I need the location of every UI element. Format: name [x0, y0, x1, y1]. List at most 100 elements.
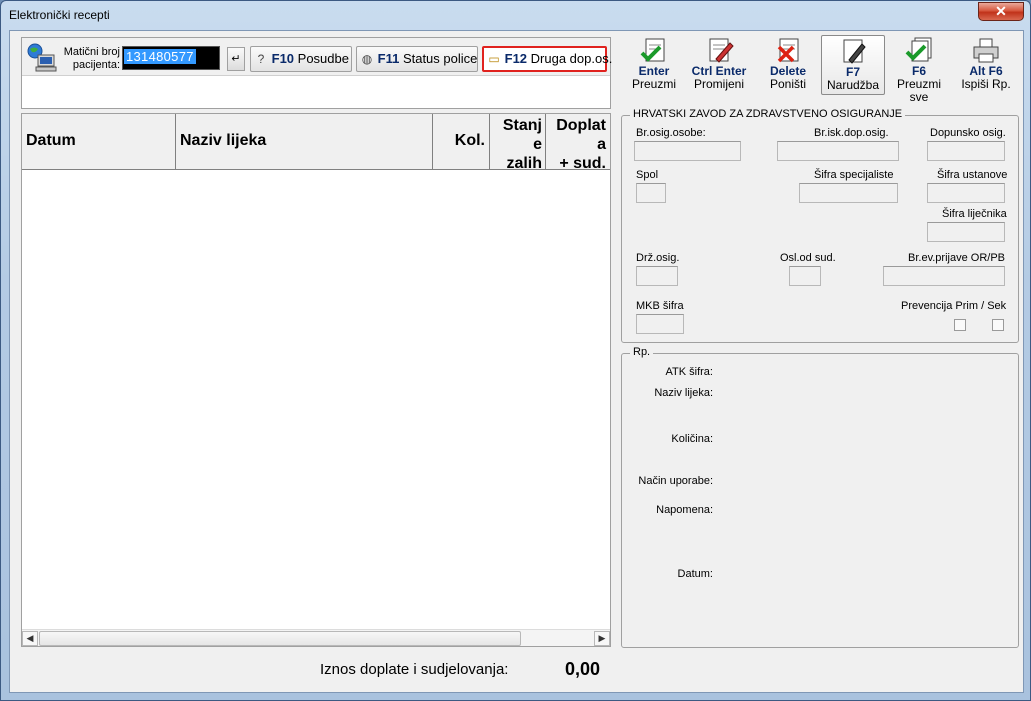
total-label: Iznos doplate i sudjelovanja:	[320, 661, 509, 678]
close-button[interactable]: ✕	[978, 2, 1024, 21]
total-value: 0,00	[565, 659, 601, 679]
f11-key: F11	[377, 51, 400, 66]
col-stanje-line2: e	[533, 136, 542, 153]
patient-id-value: 131480577	[124, 49, 196, 64]
patient-id-input[interactable]: 131480577	[122, 46, 220, 70]
title-bar: Elektronički recepti ✕	[1, 1, 1030, 29]
col-kol-label: Kol.	[454, 132, 485, 149]
enter-arrow-button[interactable]: ↵	[227, 47, 245, 71]
col-naziv-lijeka[interactable]: Naziv lijeka	[176, 114, 433, 170]
col-naziv-label: Naziv lijeka	[180, 132, 267, 149]
f7-narudzba-button[interactable]: F7 Narudžba	[821, 35, 885, 95]
rp-group: Rp. ATK šifra: Naziv lijeka: Količina: N…	[621, 346, 1019, 648]
grid-header: Datum Naziv lijeka Kol. Stanj e zalih Do…	[22, 114, 610, 173]
col-stanje-label: Stanj e zalih	[503, 116, 542, 173]
col-stanje-line1: Stanj	[502, 117, 542, 134]
f6-label: Preuzmi sve	[896, 77, 941, 104]
main-window: Elektronički recepti ✕ Matični broj paci…	[0, 0, 1031, 701]
edit-document-icon	[709, 38, 734, 63]
f10-label: Posudbe	[297, 51, 349, 66]
sifra-specijaliste-field[interactable]	[799, 183, 898, 203]
col-kol[interactable]: Kol.	[433, 114, 490, 170]
ctrl-enter-label: Promijeni	[693, 77, 744, 91]
prevencija-prim-checkbox[interactable]	[954, 319, 966, 331]
drz-osig-label: Drž.osig.	[636, 252, 680, 264]
delete-label: Poništi	[769, 77, 807, 91]
hzzo-group-title: HRVATSKI ZAVOD ZA ZDRAVSTVENO OSIGURANJE	[630, 108, 906, 120]
col-doplata-line3: + sud.	[559, 155, 606, 172]
col-datum[interactable]: Datum	[22, 114, 176, 170]
mkb-sifra-field[interactable]	[636, 314, 684, 334]
sifra-lijecnika-label: Šifra liječnika	[942, 208, 1007, 220]
osl-od-sud-field[interactable]	[789, 266, 821, 286]
delete-document-icon	[777, 38, 799, 63]
sifra-ustanove-field[interactable]	[927, 183, 1005, 203]
hzzo-group: HRVATSKI ZAVOD ZA ZDRAVSTVENO OSIGURANJE…	[621, 108, 1019, 343]
br-osig-osobe-field[interactable]	[634, 141, 741, 161]
rp-kolicina-label: Količina:	[671, 433, 713, 445]
accept-document-icon	[640, 38, 665, 62]
br-ev-prijave-field[interactable]	[883, 266, 1005, 286]
alt-f6-ispisi-button[interactable]: Alt F6 Ispiši Rp.	[954, 35, 1018, 95]
col-doplata[interactable]: Doplat a + sud.	[546, 114, 610, 173]
rp-nacin-uporabe-label: Način uporabe:	[638, 475, 713, 487]
sifra-ustanove-label: Šifra ustanove	[937, 169, 1008, 181]
f12-key: F12	[504, 51, 528, 66]
prevencija-label: Prevencija Prim / Sek	[901, 300, 1007, 312]
br-ev-prijave-label: Br.ev.prijave OR/PB	[908, 252, 1005, 264]
col-datum-label: Datum	[26, 132, 76, 149]
atk-sifra-label: ATK šifra:	[665, 366, 713, 378]
spol-label: Spol	[636, 169, 659, 181]
scroll-right-arrow[interactable]: ▶	[594, 631, 610, 646]
order-pen-icon	[843, 39, 866, 64]
computer-globe-icon	[27, 43, 57, 72]
question-icon: ?	[257, 52, 265, 66]
patient-toolbar: Matični broj pacijenta: 131480577 ↵ ? F1…	[22, 38, 612, 76]
sifra-lijecnika-field[interactable]	[927, 222, 1005, 242]
f12-label: Druga dop.os.	[530, 51, 613, 66]
col-doplata-label: Doplat a + sud.	[556, 116, 606, 173]
enter-preuzmi-button[interactable]: Enter Preuzmi	[627, 35, 681, 95]
col-stanje-zalihe[interactable]: Stanj e zalih	[490, 114, 546, 173]
scroll-thumb[interactable]	[39, 631, 521, 646]
prevencija-sek-checkbox[interactable]	[992, 319, 1004, 331]
alt-f6-label: Ispiši Rp.	[961, 77, 1011, 91]
patient-id-label-line1: Matični broj	[63, 46, 120, 58]
f10-key: F10	[271, 51, 295, 66]
drz-osig-field[interactable]	[636, 266, 678, 286]
accept-all-icon	[905, 37, 932, 62]
f12-druga-dop-os-button[interactable]: ▭ F12 Druga dop.os.	[482, 46, 612, 72]
rp-napomena-label: Napomena:	[656, 504, 713, 516]
dopunsko-osig-field[interactable]	[927, 141, 1005, 161]
br-isk-dop-osig-field[interactable]	[777, 141, 899, 161]
scroll-left-arrow[interactable]: ◀	[22, 631, 38, 646]
printer-icon	[973, 38, 999, 63]
f11-label: Status police	[402, 51, 478, 66]
rp-datum-label: Datum:	[677, 568, 713, 580]
f10-posudbe-button[interactable]: ? F10 Posudbe	[250, 46, 352, 72]
horizontal-scrollbar[interactable]: ◀ ▶	[22, 629, 610, 646]
br-isk-dop-osig-label: Br.isk.dop.osig.	[814, 127, 889, 139]
col-doplata-line2: a	[597, 136, 606, 153]
window-title: Elektronički recepti	[9, 8, 110, 22]
prescription-grid[interactable]: Datum Naziv lijeka Kol. Stanj e zalih Do…	[21, 113, 611, 647]
osl-od-sud-label: Osl.od sud.	[780, 252, 836, 264]
f6-preuzmi-sve-button[interactable]: F6 Preuzmi sve	[887, 35, 951, 104]
f11-status-police-button[interactable]: ◍ F11 Status police	[356, 46, 478, 72]
enter-label: Preuzmi	[631, 77, 676, 91]
patient-id-label-line2: pacijenta:	[72, 59, 120, 71]
globe-icon: ◍	[361, 52, 373, 66]
delete-ponisti-button[interactable]: Delete Poništi	[758, 35, 818, 95]
ctrl-enter-promijeni-button[interactable]: Ctrl Enter Promijeni	[686, 35, 752, 95]
br-osig-osobe-label: Br.osig.osobe:	[636, 127, 706, 139]
col-doplata-line1: Doplat	[556, 117, 606, 134]
sifra-specijaliste-label: Šifra specijaliste	[814, 169, 894, 181]
rp-naziv-label: Naziv lijeka:	[654, 387, 713, 399]
client-area: Matični broj pacijenta: 131480577 ↵ ? F1…	[9, 30, 1024, 693]
rp-group-title: Rp.	[630, 346, 654, 358]
spol-field[interactable]	[636, 183, 666, 203]
f7-label: Narudžba	[826, 78, 880, 92]
patient-panel: Matični broj pacijenta: 131480577 ↵ ? F1…	[21, 37, 612, 109]
patient-id-label: Matični broj pacijenta:	[58, 46, 120, 72]
mkb-sifra-label: MKB šifra	[636, 300, 684, 312]
